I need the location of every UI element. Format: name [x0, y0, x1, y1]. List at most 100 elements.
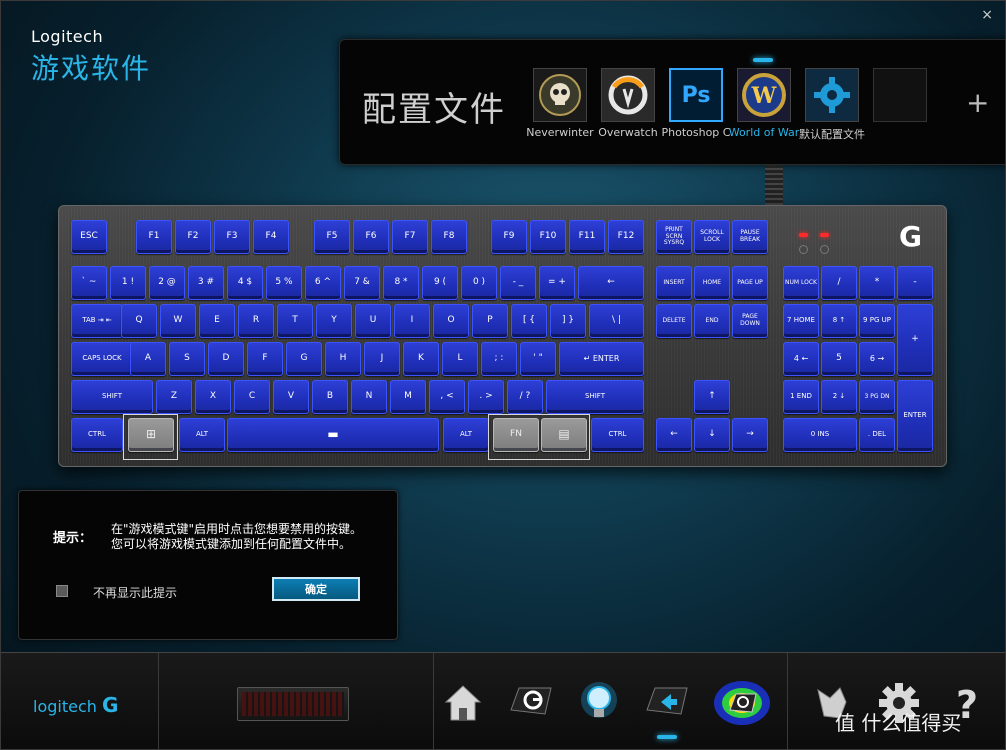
profile-world-of-warcraft[interactable]: W World of War — [729, 58, 799, 139]
key-num-6[interactable]: 6 → — [859, 342, 895, 376]
key-equal[interactable]: = + — [539, 266, 575, 300]
heatmap-icon[interactable] — [711, 677, 773, 729]
key-num-7[interactable]: 7 HOME — [783, 304, 819, 338]
profile-photoshop[interactable]: Ps Photoshop C — [662, 68, 730, 139]
key-w[interactable]: W — [160, 304, 196, 338]
key-f7[interactable]: F7 — [392, 220, 428, 254]
key-8[interactable]: 8 * — [383, 266, 419, 300]
key-j[interactable]: J — [364, 342, 400, 376]
key-comma[interactable]: , < — [429, 380, 465, 414]
key-menu[interactable]: ▤ — [541, 418, 587, 452]
key-space[interactable]: ▬ — [227, 418, 439, 452]
key-f1[interactable]: F1 — [136, 220, 172, 254]
key-num-enter[interactable]: ENTER — [897, 380, 933, 452]
key-4[interactable]: 4 $ — [227, 266, 263, 300]
lighting-bulb-icon[interactable] — [573, 677, 625, 729]
key-period[interactable]: . > — [468, 380, 504, 414]
close-icon[interactable]: × — [981, 7, 993, 23]
key-quote[interactable]: ' " — [520, 342, 556, 376]
key-0[interactable]: 0 ) — [461, 266, 497, 300]
key-num-4[interactable]: 4 ← — [783, 342, 819, 376]
key-right-shift[interactable]: SHIFT — [546, 380, 644, 414]
key-arrow-down[interactable]: ↓ — [694, 418, 730, 452]
key-scroll-lock[interactable]: SCROLL LOCK — [694, 220, 730, 254]
key-d[interactable]: D — [208, 342, 244, 376]
key-backslash[interactable]: \ | — [589, 304, 644, 338]
g-key-icon[interactable] — [505, 677, 557, 729]
key-semicolon[interactable]: ; : — [481, 342, 517, 376]
profile-default[interactable]: 默认配置文件 — [799, 68, 865, 142]
key-num-5[interactable]: 5 — [821, 342, 857, 376]
key-p[interactable]: P — [472, 304, 508, 338]
key-left-shift[interactable]: SHIFT — [71, 380, 153, 414]
key-num-8[interactable]: 8 ↑ — [821, 304, 857, 338]
key-x[interactable]: X — [195, 380, 231, 414]
key-1[interactable]: 1 ! — [110, 266, 146, 300]
key-f12[interactable]: F12 — [608, 220, 644, 254]
key-q[interactable]: Q — [121, 304, 157, 338]
key-t[interactable]: T — [277, 304, 313, 338]
key-f8[interactable]: F8 — [431, 220, 467, 254]
key-f4[interactable]: F4 — [253, 220, 289, 254]
key-i[interactable]: I — [394, 304, 430, 338]
key-tab[interactable]: TAB ⇥ ⇤ — [71, 304, 123, 338]
g-key-arrow-icon[interactable] — [641, 677, 693, 739]
key-num-slash[interactable]: / — [821, 266, 857, 300]
key-f9[interactable]: F9 — [491, 220, 527, 254]
key-num-minus[interactable]: - — [897, 266, 933, 300]
key-windows[interactable]: ⊞ — [128, 418, 174, 452]
key-pause[interactable]: PAUSE BREAK — [732, 220, 768, 254]
profile-empty-slot[interactable] — [872, 68, 928, 122]
key-g[interactable]: G — [286, 342, 322, 376]
key-arrow-up[interactable]: ↑ — [694, 380, 730, 414]
key-2[interactable]: 2 @ — [149, 266, 185, 300]
key-n[interactable]: N — [351, 380, 387, 414]
key-num-1[interactable]: 1 END — [783, 380, 819, 414]
device-keyboard-icon[interactable] — [237, 687, 349, 721]
key-b[interactable]: B — [312, 380, 348, 414]
ok-button[interactable]: 确定 — [272, 577, 360, 601]
key-home[interactable]: HOME — [694, 266, 730, 300]
key-caps-lock[interactable]: CAPS LOCK — [71, 342, 133, 376]
key-num-star[interactable]: * — [859, 266, 895, 300]
home-icon[interactable] — [437, 677, 489, 729]
key-u[interactable]: U — [355, 304, 391, 338]
key-o[interactable]: O — [433, 304, 469, 338]
key-7[interactable]: 7 & — [344, 266, 380, 300]
profile-overwatch[interactable]: Overwatch — [598, 68, 658, 139]
key-enter[interactable]: ↵ ENTER — [559, 342, 644, 376]
key-slash[interactable]: / ? — [507, 380, 543, 414]
key-y[interactable]: Y — [316, 304, 352, 338]
key-right-bracket[interactable]: ] } — [550, 304, 586, 338]
key-9[interactable]: 9 ( — [422, 266, 458, 300]
key-6[interactable]: 6 ^ — [305, 266, 341, 300]
key-f5[interactable]: F5 — [314, 220, 350, 254]
key-grave[interactable]: ` ~ — [71, 266, 107, 300]
key-f[interactable]: F — [247, 342, 283, 376]
key-e[interactable]: E — [199, 304, 235, 338]
key-f2[interactable]: F2 — [175, 220, 211, 254]
key-fn[interactable]: FN — [493, 418, 539, 452]
key-backspace[interactable]: ← — [578, 266, 644, 300]
key-num-0[interactable]: 0 INS — [783, 418, 857, 452]
key-arrow-right[interactable]: → — [732, 418, 768, 452]
key-f6[interactable]: F6 — [353, 220, 389, 254]
key-delete[interactable]: DELETE — [656, 304, 692, 338]
key-end[interactable]: END — [694, 304, 730, 338]
key-page-up[interactable]: PAGE UP — [732, 266, 768, 300]
key-h[interactable]: H — [325, 342, 361, 376]
key-s[interactable]: S — [169, 342, 205, 376]
add-profile-button[interactable]: + — [966, 86, 989, 119]
key-f3[interactable]: F3 — [214, 220, 250, 254]
dont-show-again-checkbox[interactable] — [56, 585, 68, 597]
key-k[interactable]: K — [403, 342, 439, 376]
key-left-alt[interactable]: ALT — [179, 418, 225, 452]
key-minus[interactable]: - _ — [500, 266, 536, 300]
key-z[interactable]: Z — [156, 380, 192, 414]
key-m[interactable]: M — [390, 380, 426, 414]
key-num-dot[interactable]: . DEL — [859, 418, 895, 452]
key-left-bracket[interactable]: [ { — [511, 304, 547, 338]
key-num-3[interactable]: 3 PG DN — [859, 380, 895, 414]
key-l[interactable]: L — [442, 342, 478, 376]
key-a[interactable]: A — [130, 342, 166, 376]
